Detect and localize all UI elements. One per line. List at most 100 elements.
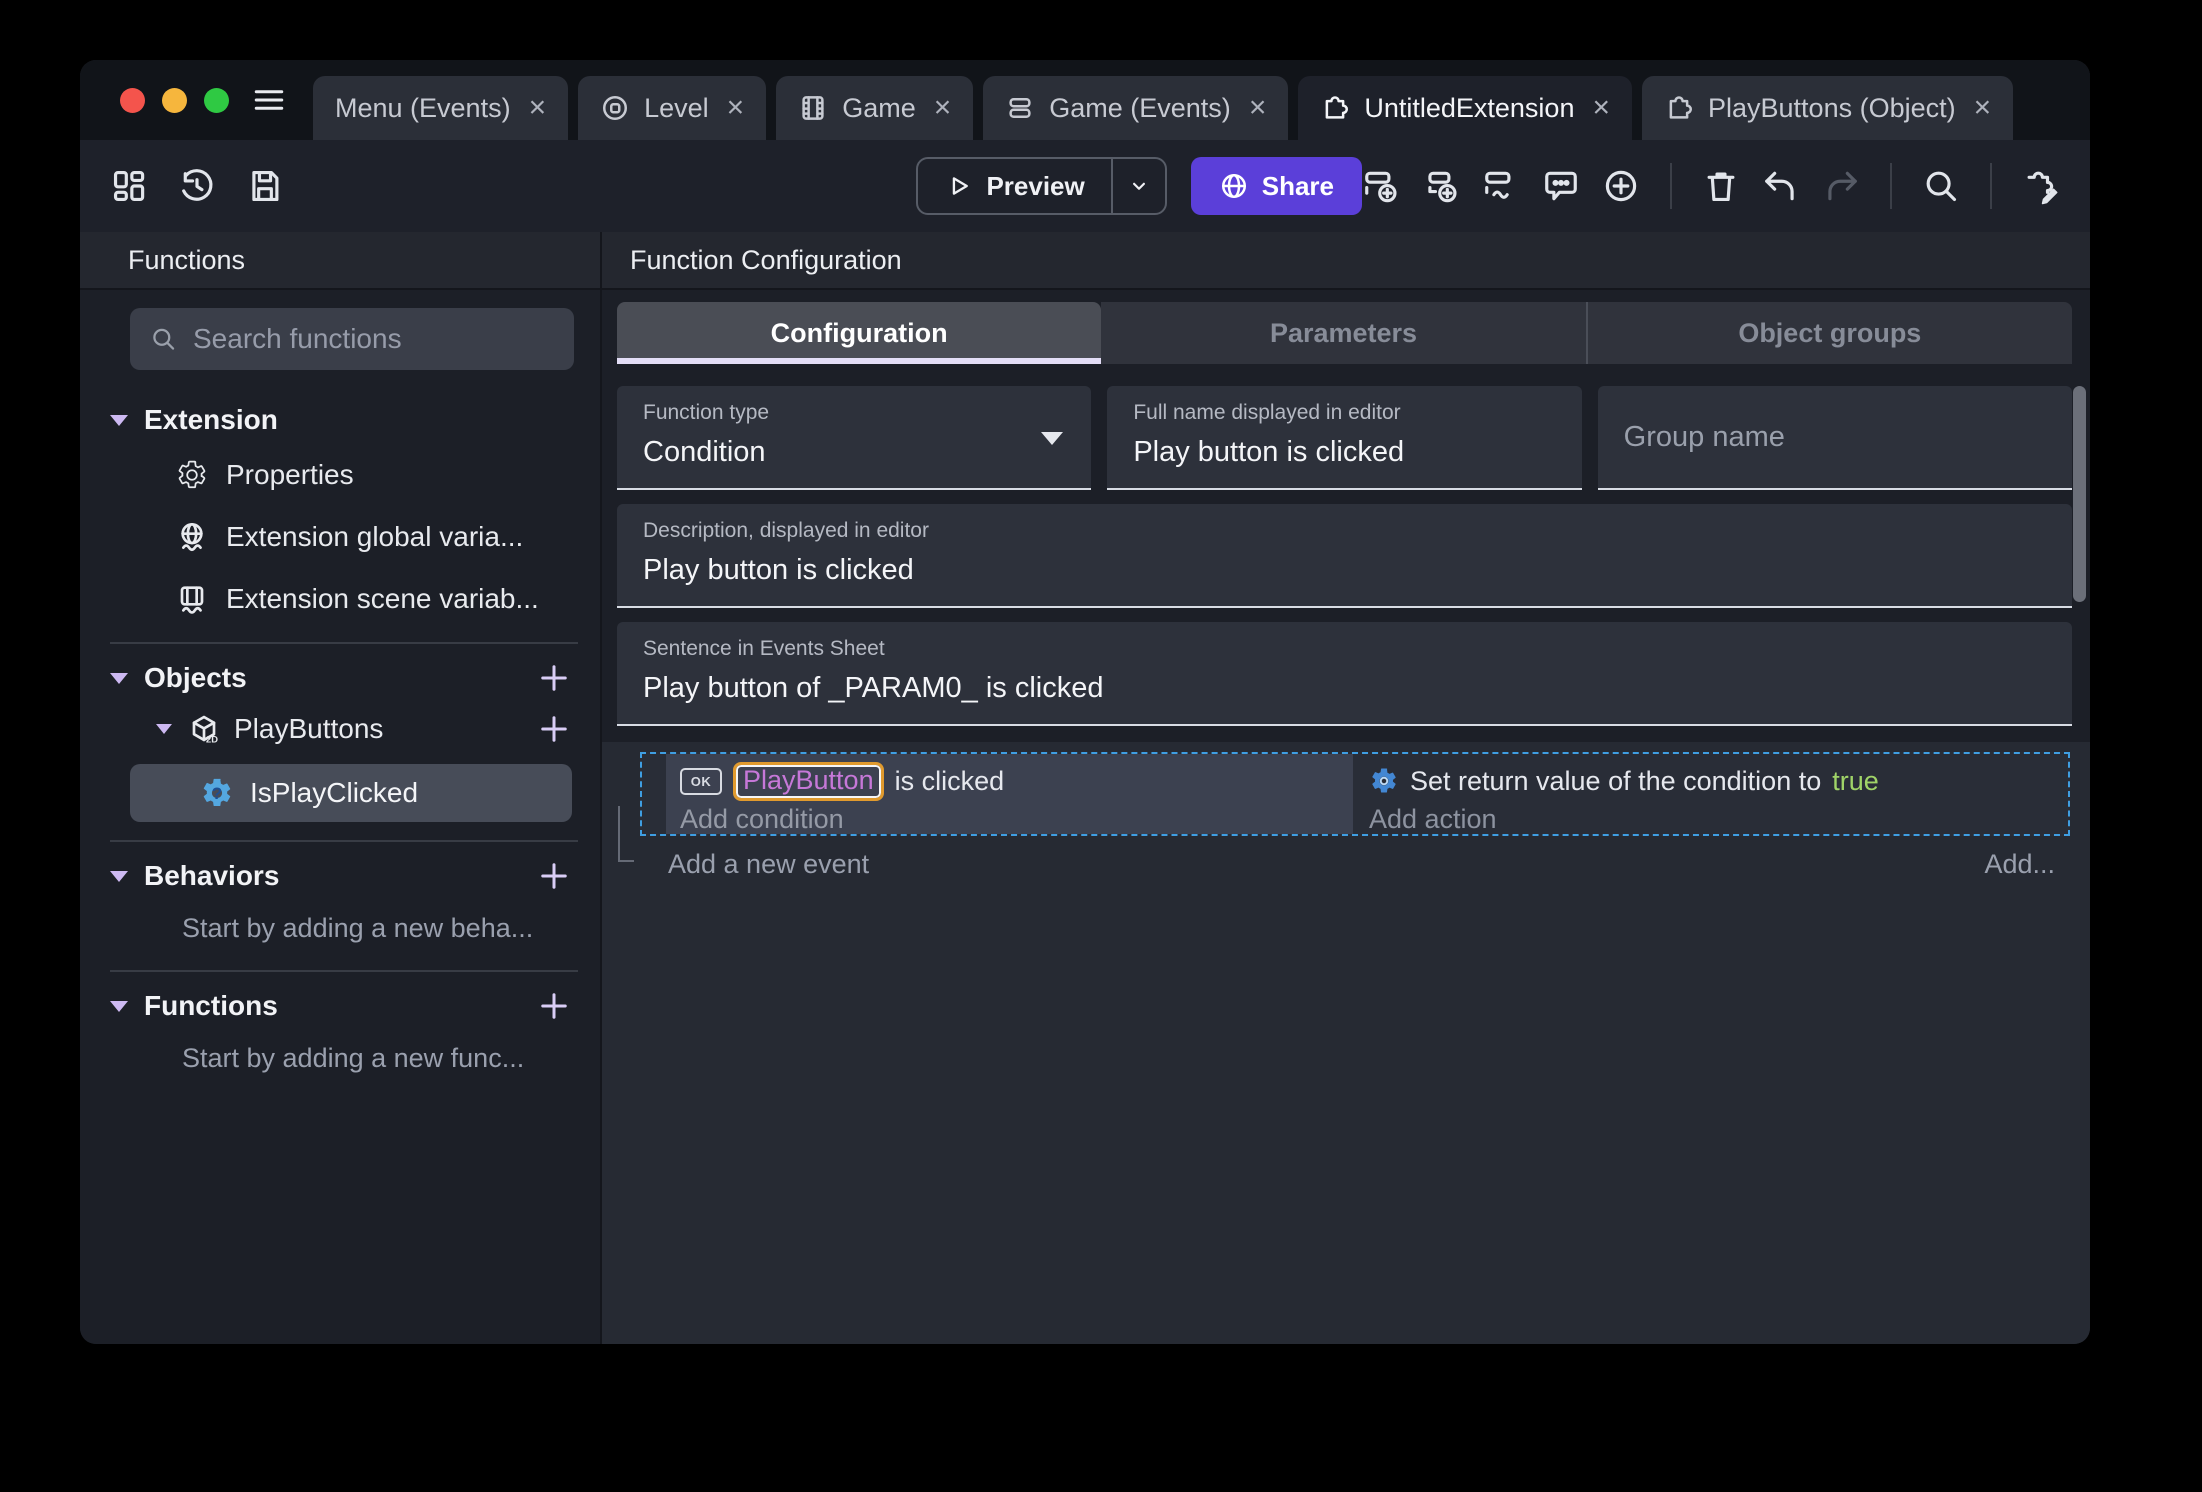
full-name-field[interactable]: Full name displayed in editor Play butto… xyxy=(1107,386,1582,490)
add-circle-icon[interactable] xyxy=(1602,167,1640,205)
dropdown-caret-icon xyxy=(1041,432,1064,445)
add-other-event-icon[interactable] xyxy=(1482,167,1520,205)
tab-game[interactable]: Game × xyxy=(776,76,974,140)
full-name-label: Full name displayed in editor xyxy=(1133,401,1401,424)
tab-parameters[interactable]: Parameters xyxy=(1101,302,1586,364)
sidebar-item-label: Extension global varia... xyxy=(226,521,524,552)
film-icon xyxy=(802,96,824,120)
events-sheet: OK PlayButton is clicked Add condition S… xyxy=(602,742,2090,1344)
chevron-down-icon[interactable] xyxy=(110,1000,128,1012)
sidebar-item-label: IsPlayClicked xyxy=(250,777,419,808)
functions-section-header[interactable]: Functions xyxy=(110,982,578,1030)
add-new-event-button[interactable]: Add a new event xyxy=(668,849,869,880)
close-icon[interactable]: × xyxy=(934,93,952,123)
add-behavior-button[interactable] xyxy=(536,858,572,894)
sidebar-item-properties[interactable]: Properties xyxy=(110,444,578,506)
close-icon[interactable]: × xyxy=(1974,93,1992,123)
scrollbar-thumb[interactable] xyxy=(2073,386,2086,602)
search-functions-box[interactable] xyxy=(130,308,574,370)
toolbar: Preview Share xyxy=(80,140,2090,232)
chevron-down-icon[interactable] xyxy=(156,724,172,734)
group-name-field[interactable] xyxy=(1597,386,2072,490)
chevron-down-icon[interactable] xyxy=(110,870,128,882)
menu-icon[interactable] xyxy=(251,82,287,118)
traffic-lights xyxy=(120,60,229,140)
close-icon[interactable]: × xyxy=(529,93,547,123)
action-gear-icon xyxy=(1369,766,1399,796)
chevron-down-icon[interactable] xyxy=(110,414,128,426)
tab-untitled-extension[interactable]: UntitledExtension × xyxy=(1298,76,1632,140)
description-label: Description, displayed in editor xyxy=(643,519,929,542)
tab-object-groups[interactable]: Object groups xyxy=(1585,302,2072,364)
sentence-field[interactable]: Sentence in Events Sheet Play button of … xyxy=(617,622,2072,726)
comment-icon[interactable] xyxy=(1542,167,1580,205)
action-value[interactable]: true xyxy=(1832,766,1879,797)
edit-extension-icon[interactable] xyxy=(2022,167,2060,205)
add-subevent-icon[interactable] xyxy=(1422,167,1460,205)
toolbar-left-group xyxy=(110,167,284,205)
add-function-button[interactable] xyxy=(536,988,572,1024)
close-icon[interactable]: × xyxy=(727,93,745,123)
toolbar-separator xyxy=(1990,163,1992,209)
description-field[interactable]: Description, displayed in editor Play bu… xyxy=(617,504,2072,608)
tab-label: Level xyxy=(644,92,709,123)
share-button[interactable]: Share xyxy=(1190,157,1362,215)
tab-menu-events[interactable]: Menu (Events) × xyxy=(313,76,569,140)
add-condition-button[interactable]: Add condition xyxy=(680,802,1353,836)
save-icon[interactable] xyxy=(246,167,284,205)
preview-button[interactable]: Preview xyxy=(916,157,1167,215)
app-window: Menu (Events) × Level × Game × Game (Eve… xyxy=(80,60,2090,1344)
actions-column[interactable]: Set return value of the condition to tru… xyxy=(1353,754,2068,834)
chevron-down-icon[interactable] xyxy=(110,672,128,684)
close-icon[interactable]: × xyxy=(1249,93,1267,123)
close-icon[interactable]: × xyxy=(1592,93,1610,123)
toolbar-right-group xyxy=(1362,163,2060,209)
objects-section-header[interactable]: Objects xyxy=(110,654,578,702)
sidebar-item-label: Extension scene variab... xyxy=(226,583,539,614)
search-functions-input[interactable] xyxy=(193,323,554,355)
tab-game-events[interactable]: Game (Events) × xyxy=(983,76,1289,140)
function-type-value: Condition xyxy=(643,436,766,468)
behaviors-section-header[interactable]: Behaviors xyxy=(110,852,578,900)
search-icon[interactable] xyxy=(1922,167,1960,205)
close-window-button[interactable] xyxy=(120,87,145,113)
event-row-selected[interactable]: OK PlayButton is clicked Add condition S… xyxy=(640,752,2070,836)
sidebar-title: Functions xyxy=(128,244,246,275)
minimize-window-button[interactable] xyxy=(162,87,187,113)
sidebar-item-playbuttons[interactable]: 2D PlayButtons xyxy=(110,702,578,756)
add-action-button[interactable]: Add action xyxy=(1369,802,2068,836)
history-icon[interactable] xyxy=(178,167,216,205)
function-type-field[interactable]: Function type Condition xyxy=(617,386,1092,490)
preview-dropdown-button[interactable] xyxy=(1113,159,1165,213)
conditions-column[interactable]: OK PlayButton is clicked Add condition xyxy=(666,754,1353,834)
sidebar-item-extension-scene-variables[interactable]: Extension scene variab... xyxy=(110,568,578,630)
sidebar-item-extension-global-variables[interactable]: Extension global varia... xyxy=(110,506,578,568)
behaviors-section-label: Behaviors xyxy=(144,860,280,891)
tab-level[interactable]: Level × xyxy=(578,76,767,140)
question-glyph: ? xyxy=(211,784,223,803)
add-object-button[interactable] xyxy=(536,660,572,696)
sentence-label: Sentence in Events Sheet xyxy=(643,637,885,660)
undo-icon[interactable] xyxy=(1762,167,1800,205)
action-text: Set return value of the condition to xyxy=(1409,765,1822,796)
add-object-function-button[interactable] xyxy=(536,711,572,747)
redo-icon[interactable] xyxy=(1822,167,1860,205)
button-object-icon: OK xyxy=(680,767,722,795)
group-name-input[interactable] xyxy=(1623,420,2046,454)
condition-object-chip[interactable]: PlayButton xyxy=(733,761,884,801)
tab-playbuttons-object[interactable]: PlayButtons (Object) × xyxy=(1642,76,2014,140)
preview-label: Preview xyxy=(986,170,1085,201)
sidebar-item-isplayclicked[interactable]: ? IsPlayClicked xyxy=(130,764,572,822)
add-event-icon[interactable] xyxy=(1362,167,1400,205)
add-more-button[interactable]: Add... xyxy=(1984,849,2055,880)
tab-configuration[interactable]: Configuration xyxy=(617,302,1102,364)
layout-panels-icon[interactable] xyxy=(110,167,148,205)
tab-strip: Menu (Events) × Level × Game × Game (Eve… xyxy=(313,76,2090,140)
global-variable-icon xyxy=(181,523,203,552)
trash-icon[interactable] xyxy=(1702,167,1740,205)
preview-button-main[interactable]: Preview xyxy=(918,159,1110,213)
functions-sidebar: Functions Extension Properti xyxy=(80,232,600,1344)
extension-section-header[interactable]: Extension xyxy=(110,396,578,444)
zoom-window-button[interactable] xyxy=(204,87,229,113)
level-icon xyxy=(603,95,628,121)
